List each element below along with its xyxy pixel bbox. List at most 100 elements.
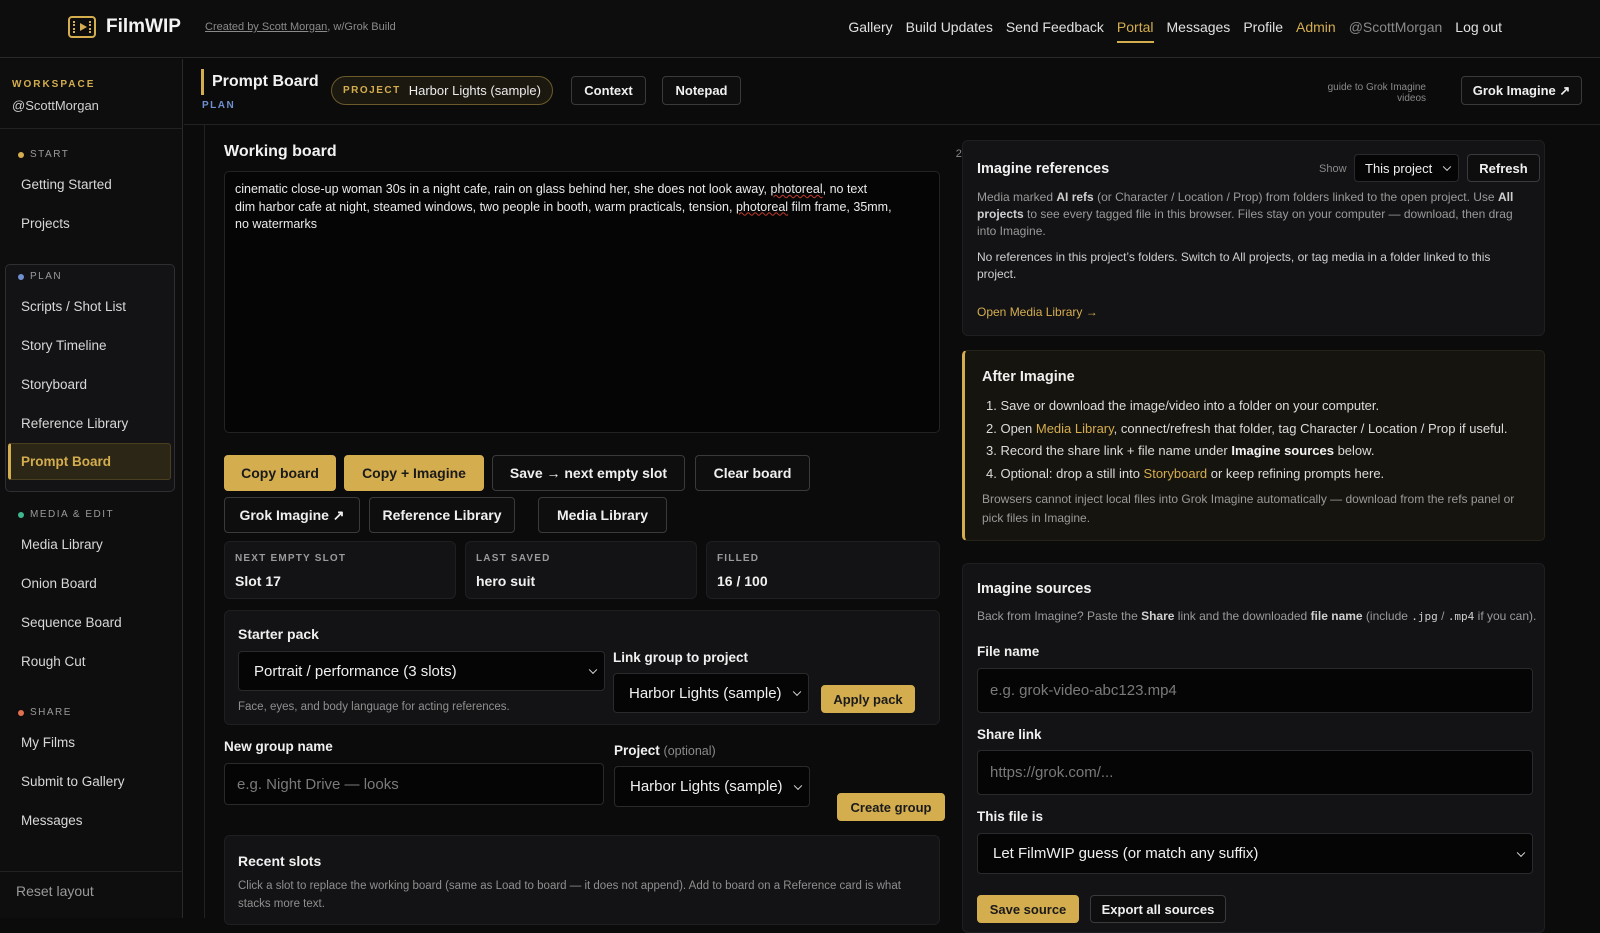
section-dot-icon xyxy=(18,151,24,158)
media-library-link[interactable]: Media Library xyxy=(1036,421,1114,436)
working-board-textarea[interactable]: cinematic close-up woman 30s in a night … xyxy=(224,171,940,433)
page-section-label: PLAN xyxy=(202,100,236,111)
apply-pack-button[interactable]: Apply pack xyxy=(821,685,915,713)
context-button[interactable]: Context xyxy=(571,76,646,105)
clear-board-button[interactable]: Clear board xyxy=(695,455,810,491)
share-link-input[interactable]: https://grok.com/... xyxy=(977,750,1533,795)
sidebar-item-scripts[interactable]: Scripts / Shot List xyxy=(21,299,126,314)
sidebar-divider xyxy=(0,871,183,872)
top-nav: Gallery Build Updates Send Feedback Port… xyxy=(848,19,1502,43)
nav-send-feedback[interactable]: Send Feedback xyxy=(1006,19,1104,43)
nav-logout[interactable]: Log out xyxy=(1455,19,1502,43)
nav-profile[interactable]: Profile xyxy=(1243,19,1283,43)
imagine-references-empty: No references in this project’s folders.… xyxy=(977,250,1491,281)
stat-key: FILLED xyxy=(717,553,760,564)
storyboard-link[interactable]: Storyboard xyxy=(1144,466,1208,481)
refresh-button[interactable]: Refresh xyxy=(1467,154,1540,182)
brand[interactable]: FilmWIP xyxy=(68,16,181,38)
notepad-button[interactable]: Notepad xyxy=(662,76,741,105)
imagine-sources-title: Imagine sources xyxy=(977,581,1092,597)
link-group-label: Link group to project xyxy=(613,650,748,665)
project-label: Project xyxy=(614,743,660,758)
open-media-library-link[interactable]: Open Media Library → xyxy=(977,304,1098,321)
copy-imagine-button[interactable]: Copy + Imagine xyxy=(344,455,484,491)
imagine-references-title: Imagine references xyxy=(977,161,1110,177)
file-name-label: File name xyxy=(977,644,1040,659)
workspace-label: WORKSPACE xyxy=(12,79,96,90)
sidebar-item-my-films[interactable]: My Films xyxy=(21,735,75,750)
nav-admin[interactable]: Admin xyxy=(1296,19,1336,43)
project-pill-value: Harbor Lights (sample) xyxy=(408,83,541,98)
file-type-select[interactable]: Let FilmWIP guess (or match any suffix) xyxy=(977,833,1533,874)
section-dot-icon xyxy=(18,709,24,716)
chevron-down-icon xyxy=(793,781,803,790)
sidebar-item-story-timeline[interactable]: Story Timeline xyxy=(21,338,107,353)
save-next-slot-button[interactable]: Save → next empty slot xyxy=(492,455,685,491)
credit-link[interactable]: Created by Scott Morgan xyxy=(205,21,327,33)
section-label: PLAN xyxy=(30,271,63,282)
new-group-project-select[interactable]: Harbor Lights (sample) xyxy=(614,766,810,807)
show-select[interactable]: This project xyxy=(1354,154,1459,182)
step-1: 1. Save or download the image/video into… xyxy=(986,398,1380,413)
starter-pack-value: Portrait / performance (3 slots) xyxy=(254,662,457,680)
top-bar: FilmWIP Created by Scott Morgan, w/Grok … xyxy=(0,0,1600,58)
file-type-value: Let FilmWIP guess (or match any suffix) xyxy=(993,845,1259,862)
section-media-edit: MEDIA & EDIT xyxy=(18,509,114,520)
section-label: MEDIA & EDIT xyxy=(30,509,115,520)
sidebar-item-onion-board[interactable]: Onion Board xyxy=(21,576,97,591)
workspace-user: @ScottMorgan xyxy=(12,98,99,113)
nav-build-updates[interactable]: Build Updates xyxy=(906,19,993,43)
chevron-down-icon xyxy=(1442,162,1452,172)
scroll-rail xyxy=(204,125,205,918)
copy-board-button[interactable]: Copy board xyxy=(224,455,336,491)
board-line-2: dim harbor cafe at night, steamed window… xyxy=(235,199,892,214)
sidebar-item-prompt-board[interactable]: Prompt Board xyxy=(21,454,111,469)
new-group-project-value: Harbor Lights (sample) xyxy=(630,778,783,795)
title-accent xyxy=(201,69,204,95)
section-label: START xyxy=(30,149,70,160)
sidebar-item-projects[interactable]: Projects xyxy=(21,216,70,231)
new-group-label: New group name xyxy=(224,739,333,754)
starter-pack-select[interactable]: Portrait / performance (3 slots) xyxy=(238,651,605,691)
sidebar: WORKSPACE @ScottMorgan START Getting Sta… xyxy=(0,59,183,918)
grok-imagine-header-button[interactable]: Grok Imagine ↗ xyxy=(1461,76,1582,105)
board-line-3: no watermarks xyxy=(235,217,317,231)
after-imagine-title: After Imagine xyxy=(982,369,1075,385)
project-pill[interactable]: PROJECT Harbor Lights (sample) xyxy=(331,76,553,105)
project-label-row: Project (optional) xyxy=(614,743,716,758)
recent-slots-hint: Click a slot to replace the working boar… xyxy=(238,880,901,910)
starter-pack-label: Starter pack xyxy=(238,626,319,642)
link-group-select[interactable]: Harbor Lights (sample) xyxy=(613,673,809,713)
main-content: Prompt Board PLAN PROJECT Harbor Lights … xyxy=(184,59,1600,933)
sidebar-item-media-library[interactable]: Media Library xyxy=(21,537,103,552)
reference-library-button[interactable]: Reference Library xyxy=(369,497,515,533)
nav-gallery[interactable]: Gallery xyxy=(848,19,892,43)
stat-key: LAST SAVED xyxy=(476,553,551,564)
grok-imagine-button[interactable]: Grok Imagine ↗ xyxy=(224,497,360,533)
nav-portal[interactable]: Portal xyxy=(1116,19,1154,43)
export-sources-button[interactable]: Export all sources xyxy=(1090,895,1226,923)
nav-username[interactable]: @ScottMorgan xyxy=(1349,19,1443,43)
reset-layout-button[interactable]: Reset layout xyxy=(16,883,94,899)
sidebar-item-reference-library[interactable]: Reference Library xyxy=(21,416,128,431)
sidebar-item-submit-gallery[interactable]: Submit to Gallery xyxy=(21,774,125,789)
starter-pack-card: Starter pack Portrait / performance (3 s… xyxy=(224,610,940,725)
recent-slots-card: Recent slots Click a slot to replace the… xyxy=(224,835,940,925)
sidebar-item-getting-started[interactable]: Getting Started xyxy=(21,177,112,192)
nav-messages[interactable]: Messages xyxy=(1167,19,1231,43)
save-source-button[interactable]: Save source xyxy=(977,895,1079,923)
file-type-label: This file is xyxy=(977,809,1044,824)
sidebar-item-storyboard[interactable]: Storyboard xyxy=(21,377,87,392)
brand-name: FilmWIP xyxy=(106,16,181,37)
grok-guide-link[interactable]: guide to Grok Imagine videos xyxy=(1306,82,1426,104)
new-group-input[interactable]: e.g. Night Drive — looks xyxy=(224,763,604,805)
step-4: 4. Optional: drop a still into Storyboar… xyxy=(986,465,1385,481)
sidebar-item-messages[interactable]: Messages xyxy=(21,813,83,828)
sidebar-item-rough-cut[interactable]: Rough Cut xyxy=(21,654,86,669)
sidebar-item-sequence-board[interactable]: Sequence Board xyxy=(21,615,122,630)
media-library-button[interactable]: Media Library xyxy=(538,497,667,533)
create-group-button[interactable]: Create group xyxy=(837,793,945,821)
stat-last-saved: LAST SAVED hero suit xyxy=(465,541,697,599)
section-share: SHARE xyxy=(18,707,72,718)
file-name-input[interactable]: e.g. grok-video-abc123.mp4 xyxy=(977,668,1533,713)
